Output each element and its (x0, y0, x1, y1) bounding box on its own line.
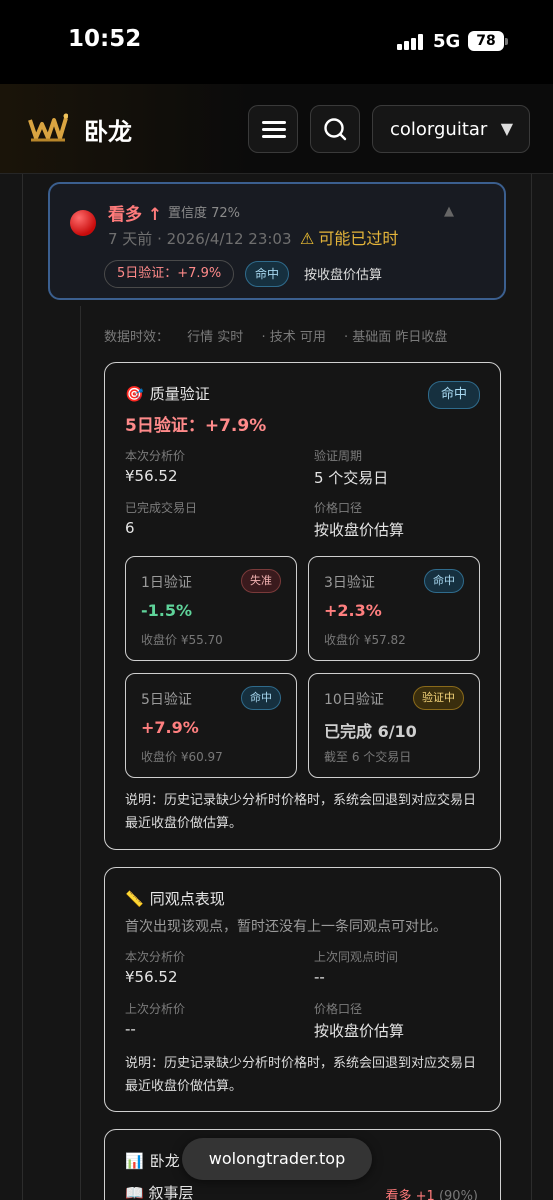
price-basis: 按收盘价估算 (304, 268, 383, 283)
quality-note: 说明：历史记录缺少分析时价格时，系统会回退到对应交易日最近收盘价做估算。 (125, 793, 477, 831)
freshness-fundamental: · 基础面 昨日收盘 (343, 330, 448, 345)
search-icon (324, 118, 347, 141)
verdict-label: 看多 ↑ (108, 205, 163, 225)
quality-result: 5日验证：+7.9% (125, 416, 267, 436)
basis-label: 价格口径 (314, 501, 363, 515)
layer-row: 📖 叙事层 (125, 1182, 193, 1200)
menu-button[interactable] (248, 105, 298, 153)
same-view-note: 说明：历史记录缺少分析时价格时，系统会回退到对应交易日最近收盘价做估算。 (125, 1056, 477, 1094)
verify-value: +2.3% (324, 601, 382, 620)
red-circle-icon (70, 210, 96, 236)
verify-sub: 收盘价 ¥55.70 (141, 633, 223, 647)
result-pill: 5日验证：+7.9% (104, 260, 235, 288)
status-time: 10:52 (68, 26, 142, 52)
timestamp: 7 天前 · 2026/4/12 23:03 (108, 230, 292, 248)
network-type: 5G (433, 31, 461, 52)
verdict-summary-card[interactable]: 看多 ↑ 置信度 72% ▲ 7 天前 · 2026/4/12 23:03 ⚠ 可… (48, 182, 506, 300)
verify-sub: 收盘价 ¥60.97 (141, 750, 223, 764)
same-view-desc: 首次出现该观点，暂时还没有上一条同观点可对比。 (125, 919, 447, 935)
verify-box-5d[interactable]: 5日验证 命中 +7.9% 收盘价 ¥60.97 (125, 673, 297, 778)
last-time-label: 上次同观点时间 (314, 950, 399, 964)
brand-name[interactable]: 卧龙 (84, 112, 132, 147)
verify-title: 10日验证 (324, 692, 384, 708)
user-dropdown[interactable]: colorguitar ▼ (372, 105, 530, 153)
bar-chart-icon: 📊 (125, 1152, 144, 1170)
thread-line (80, 306, 81, 1200)
verify-value: -1.5% (141, 601, 193, 620)
search-button[interactable] (310, 105, 360, 153)
ruler-icon: 📏 (125, 890, 144, 908)
verify-value: 已完成 6/10 (324, 722, 417, 741)
layer-value: 看多 +1 (385, 1189, 435, 1200)
url-toast[interactable]: wolongtrader.top (182, 1138, 372, 1180)
username: colorguitar (390, 119, 488, 140)
target-icon: 🎯 (125, 385, 144, 403)
signal-icon (397, 34, 425, 50)
battery-tip (505, 38, 508, 45)
last-price-label: 上次分析价 (125, 1002, 186, 1016)
quality-title: 质量验证 (149, 385, 210, 403)
crown-logo-icon[interactable] (28, 110, 68, 144)
hit-badge: 命中 (245, 261, 290, 287)
third-title: 卧龙 (149, 1152, 180, 1170)
verify-box-1d[interactable]: 1日验证 失准 -1.5% 收盘价 ¥55.70 (125, 556, 297, 661)
chevron-down-icon: ▼ (500, 119, 513, 138)
data-freshness: 数据时效： 行情 实时 · 技术 可用 · 基础面 昨日收盘 (104, 326, 461, 345)
freshness-technical: · 技术 可用 (261, 330, 326, 345)
same-view-card: 📏 同观点表现 首次出现该观点，暂时还没有上一条同观点可对比。 本次分析价 ¥56… (104, 867, 501, 1112)
hit-badge: 命中 (428, 381, 480, 409)
same-view-title: 同观点表现 (149, 890, 225, 908)
freshness-quotes: 行情 实时 (187, 330, 244, 345)
collapse-caret-icon[interactable]: ▲ (444, 204, 454, 219)
basis-value: 按收盘价估算 (314, 521, 405, 539)
analysis-price-label: 本次分析价 (125, 449, 186, 463)
warning-icon: ⚠ (300, 229, 315, 248)
book-icon: 📖 (125, 1184, 144, 1200)
card-title: 📊 卧龙 (125, 1150, 180, 1171)
period-label: 验证周期 (314, 449, 363, 463)
warning-text: 可能已过时 (318, 229, 399, 248)
completed-label: 已完成交易日 (125, 501, 198, 515)
layer-pct: (90%) (438, 1189, 478, 1200)
app-header: 卧龙 colorguitar ▼ (0, 84, 553, 174)
pending-badge: 验证中 (413, 686, 464, 710)
completed-value: 6 (125, 519, 135, 537)
miss-badge: 失准 (241, 569, 281, 593)
card-title: 🎯 质量验证 (125, 383, 210, 404)
basis-label: 价格口径 (314, 1002, 363, 1016)
layer-verdict: 看多 +1 (90%) (386, 1185, 478, 1200)
verify-title: 3日验证 (324, 575, 375, 591)
analysis-price: ¥56.52 (125, 968, 178, 986)
verify-box-3d[interactable]: 3日验证 命中 +2.3% 收盘价 ¥57.82 (308, 556, 480, 661)
verify-title: 1日验证 (141, 575, 192, 591)
layer-label: 叙事层 (148, 1184, 194, 1200)
basis-value: 按收盘价估算 (314, 1022, 405, 1040)
last-price-value: -- (125, 1020, 136, 1038)
verify-title: 5日验证 (141, 692, 192, 708)
verify-value: +7.9% (141, 718, 199, 737)
freshness-label: 数据时效： (104, 330, 170, 345)
last-time-value: -- (314, 968, 325, 986)
status-bar: 10:52 5G 78 (0, 0, 553, 84)
card-title: 📏 同观点表现 (125, 888, 225, 909)
analysis-price-label: 本次分析价 (125, 950, 186, 964)
quality-verification-card: 🎯 质量验证 命中 5日验证：+7.9% 本次分析价 ¥56.52 验证周期 5 … (104, 362, 501, 850)
verify-sub: 收盘价 ¥57.82 (324, 633, 406, 647)
period-value: 5 个交易日 (314, 469, 389, 487)
verify-box-10d[interactable]: 10日验证 验证中 已完成 6/10 截至 6 个交易日 (308, 673, 480, 778)
stale-warning: ⚠ 可能已过时 (300, 225, 398, 249)
confidence-label: 置信度 72% (168, 206, 241, 221)
analysis-price: ¥56.52 (125, 467, 178, 485)
battery-icon: 78 (468, 31, 504, 51)
hit-badge: 命中 (424, 569, 464, 593)
verify-sub: 截至 6 个交易日 (324, 750, 412, 764)
hit-badge: 命中 (241, 686, 281, 710)
